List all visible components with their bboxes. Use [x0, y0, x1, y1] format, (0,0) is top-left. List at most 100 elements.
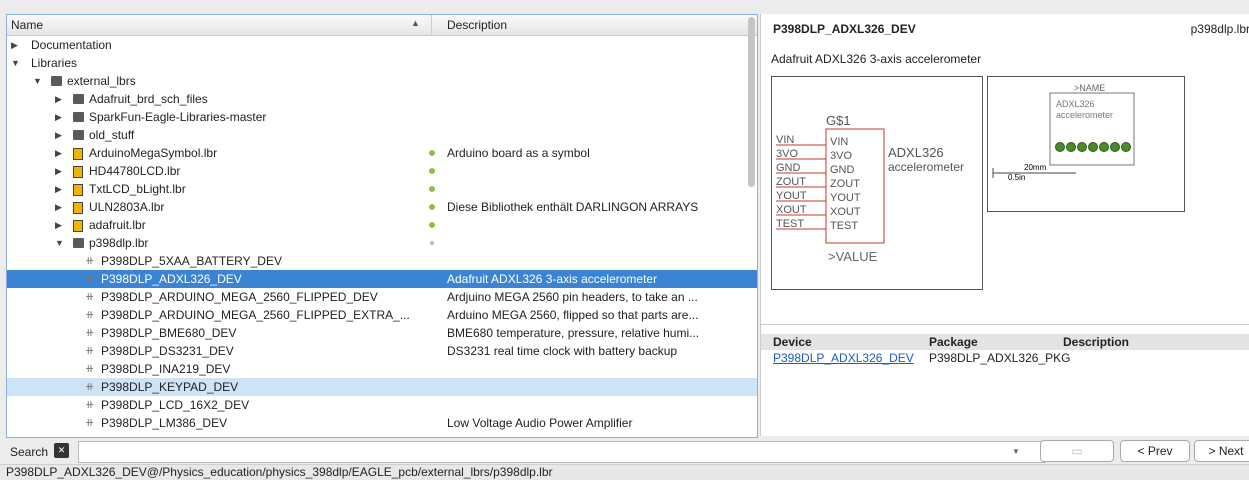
status-dot-icon — [429, 186, 435, 192]
preview-panel: P398DLP_ADXL326_DEV p398dlp.lbr Adafruit… — [760, 14, 1249, 436]
library-name: p398dlp.lbr — [1190, 22, 1249, 36]
pad — [1099, 142, 1109, 152]
expanded-triangle-icon[interactable]: ▼ — [55, 234, 64, 252]
description-column-header[interactable]: Description — [1063, 335, 1129, 349]
tree-item-description: DS3231 real time clock with battery back… — [447, 344, 678, 358]
chevron-down-icon[interactable]: ▼ — [1012, 447, 1020, 456]
library-file-icon — [73, 202, 83, 214]
collapsed-triangle-icon[interactable]: ▶ — [55, 216, 62, 234]
tree-row[interactable]: ▶ old_stuff — [7, 126, 757, 144]
tree-row[interactable]: ▶ Documentation — [7, 36, 757, 54]
device-row[interactable]: ⧺ P398DLP_LCD_16X2_DEV — [7, 396, 757, 414]
column-divider[interactable] — [431, 15, 432, 35]
collapsed-triangle-icon[interactable]: ▶ — [55, 126, 62, 144]
device-row[interactable]: ⧺ P398DLP_LM386_DEV Low Voltage Audio Powe… — [7, 414, 757, 432]
collapsed-triangle-icon[interactable]: ▶ — [11, 36, 18, 54]
collapsed-triangle-icon[interactable]: ▶ — [55, 198, 62, 216]
name-column-header[interactable]: Name — [11, 18, 43, 32]
expanded-triangle-icon[interactable]: ▼ — [33, 72, 42, 90]
pad-row — [1055, 142, 1131, 152]
panel-divider[interactable] — [761, 324, 1249, 325]
tree-item-label: ArduinoMegaSymbol.lbr — [89, 146, 218, 160]
tree-item-label: P398DLP_BME680_DEV — [101, 326, 237, 340]
tree-row[interactable]: ▶ Adafruit_brd_sch_files — [7, 90, 757, 108]
tree-scrollbar[interactable] — [748, 17, 755, 187]
tree-item-description: Arduino board as a symbol — [447, 146, 590, 160]
device-row[interactable]: ⧺ P398DLP_BME680_DEV BME680 temperature, p… — [7, 324, 757, 342]
pin-name-inner: XOUT — [830, 206, 861, 218]
status-bar-path: P398DLP_ADXL326_DEV@/Physics_education/p… — [0, 464, 1249, 480]
scale-in-label: 0.5in — [1008, 173, 1025, 182]
pad — [1121, 142, 1131, 152]
package-name-label: >NAME — [1074, 83, 1105, 93]
device-row[interactable]: ⧺ P398DLP_INA219_DEV — [7, 360, 757, 378]
tree-item-label: adafruit.lbr — [89, 218, 146, 232]
device-row[interactable]: ⧺ P398DLP_KEYPAD_DEV — [7, 378, 757, 396]
folder-icon — [73, 130, 84, 140]
package-text-line1: ADXL326 — [1056, 99, 1095, 109]
tree-item-label: P398DLP_5XAA_BATTERY_DEV — [101, 254, 282, 268]
sort-ascending-icon[interactable]: ▲ — [411, 18, 420, 28]
status-dot-icon — [429, 150, 435, 156]
folder-icon — [73, 112, 84, 122]
collapsed-triangle-icon[interactable]: ▶ — [55, 108, 62, 126]
tree-row[interactable]: ▼ Libraries — [7, 54, 757, 72]
device-row[interactable]: ⧺ P398DLP_ARDUINO_MEGA_2560_FLIPPED_DEV Ar… — [7, 288, 757, 306]
tree-item-description: BME680 temperature, pressure, relative h… — [447, 326, 700, 340]
collapsed-triangle-icon[interactable]: ▶ — [55, 144, 62, 162]
package-text-line2: accelerometer — [1056, 110, 1113, 120]
package-column-header[interactable]: Package — [929, 335, 978, 349]
device-icon: ⧺ — [85, 273, 95, 285]
tree-item-label: ULN2803A.lbr — [89, 200, 165, 214]
library-row[interactable]: ▶ TxtLCD_bLight.lbr — [7, 180, 757, 198]
tree-item-label: Documentation — [31, 38, 112, 52]
search-input[interactable] — [78, 441, 1046, 463]
device-row[interactable]: ⧺ P398DLP_ADXL326_DEV Adafruit ADXL326 3-a… — [7, 270, 757, 288]
device-row[interactable]: ⧺ P398DLP_5XAA_BATTERY_DEV — [7, 252, 757, 270]
pin-name-inner: ZOUT — [830, 178, 860, 190]
library-row[interactable]: ▶ adafruit.lbr — [7, 216, 757, 234]
device-column-header[interactable]: Device — [773, 335, 812, 349]
library-row[interactable]: ▶ HD44780LCD.lbr — [7, 162, 757, 180]
pad — [1110, 142, 1120, 152]
library-row[interactable]: ▶ ULN2803A.lbr Diese Bibliothek enthält DA… — [7, 198, 757, 216]
device-link[interactable]: P398DLP_ADXL326_DEV — [773, 351, 914, 365]
library-file-icon — [73, 184, 83, 196]
device-icon: ⧺ — [85, 363, 95, 375]
device-icon: ⧺ — [85, 417, 95, 429]
status-dot-icon — [429, 204, 435, 210]
tree-item-label: Adafruit_brd_sch_files — [89, 92, 208, 106]
library-row[interactable]: ▶ ArduinoMegaSymbol.lbr Arduino board as a… — [7, 144, 757, 162]
pin-name-outer: TEST — [776, 218, 804, 230]
expanded-triangle-icon[interactable]: ▼ — [11, 54, 20, 72]
tree-item-label: old_stuff — [89, 128, 135, 142]
tree-row[interactable]: ▼ external_lbrs — [7, 72, 757, 90]
device-description: Adafruit ADXL326 3-axis accelerometer — [771, 52, 982, 66]
status-dot-icon — [430, 241, 434, 245]
tree-row[interactable]: ▶ SparkFun-Eagle-Libraries-master — [7, 108, 757, 126]
clear-icon[interactable]: ✕ — [54, 443, 69, 458]
pin-name-inner: TEST — [830, 220, 858, 232]
collapsed-triangle-icon[interactable]: ▶ — [55, 90, 62, 108]
next-button[interactable]: > Next — [1194, 440, 1249, 462]
tree-item-label: P398DLP_ARDUINO_MEGA_2560_FLIPPED_EXTRA_… — [101, 308, 410, 322]
tree-item-label: SparkFun-Eagle-Libraries-master — [89, 110, 267, 124]
device-row[interactable]: ⧺ P398DLP_DS3231_DEV DS3231 real time cloc… — [7, 342, 757, 360]
table-row[interactable]: P398DLP_ADXL326_DEV P398DLP_ADXL326_PKG — [761, 350, 1249, 366]
pin-group: VIN VIN 3VO 3VO GND GND ZOUT ZOUT YOUT YOUT XOUT XO… — [776, 134, 861, 232]
device-row[interactable]: ⧺ P398DLP_ARDUINO_MEGA_2560_FLIPPED_EXTRA… — [7, 306, 757, 324]
tree-item-description: Ardjuino MEGA 2560 pin headers, to take … — [447, 290, 698, 304]
tree-row[interactable]: ▼ p398dlp.lbr — [7, 234, 757, 252]
collapsed-triangle-icon[interactable]: ▶ — [55, 162, 62, 180]
tree-item-label: P398DLP_LCD_16X2_DEV — [101, 398, 250, 412]
description-column-header[interactable]: Description — [447, 18, 507, 32]
library-tree-panel: Name ▲ Description ▶ Documentation ▼ Librar… — [6, 14, 758, 438]
device-icon: ⧺ — [85, 327, 95, 339]
status-dot-icon — [429, 168, 435, 174]
tree-item-label: p398dlp.lbr — [89, 236, 149, 250]
folder-icon — [73, 238, 84, 248]
collapsed-triangle-icon[interactable]: ▶ — [55, 180, 62, 198]
prev-button[interactable]: < Prev — [1120, 440, 1190, 462]
filter-button[interactable]: ▭ — [1040, 440, 1114, 462]
pin-name-inner: GND — [830, 164, 855, 176]
